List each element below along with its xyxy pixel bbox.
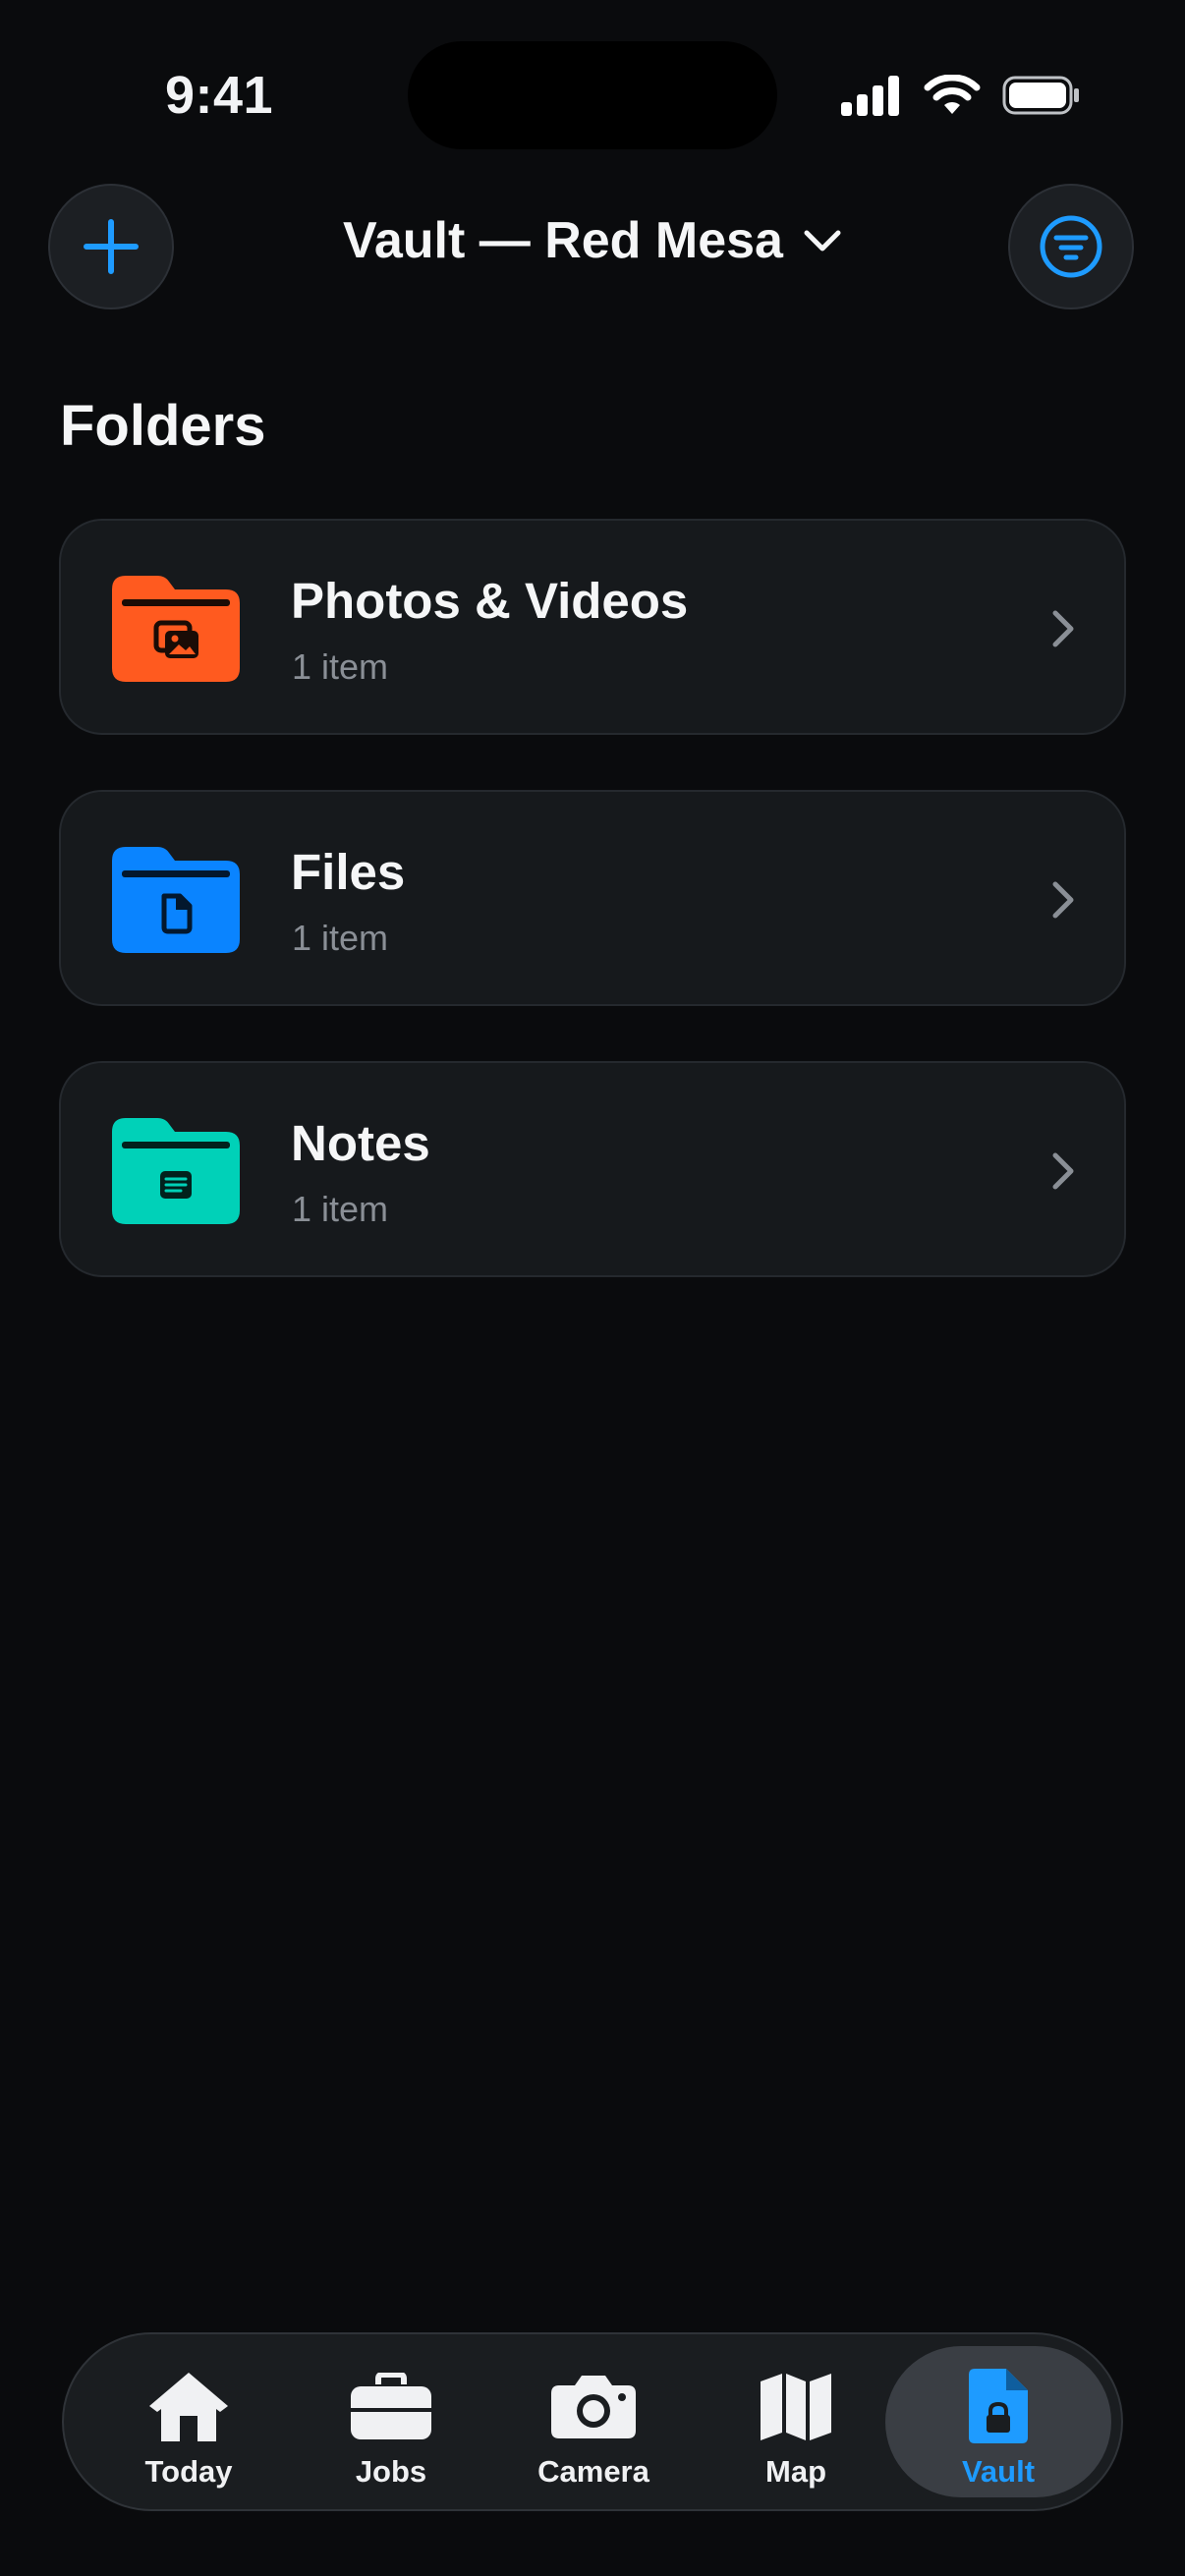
wifi-icon <box>924 75 981 114</box>
tab-label: Map <box>765 2454 826 2489</box>
folder-row-photos-videos[interactable]: Photos & Videos 1 item <box>59 519 1126 735</box>
folder-list: Photos & Videos 1 item Files 1 item Note… <box>59 519 1126 1332</box>
vault-title: Vault — Red Mesa <box>343 212 783 269</box>
tab-bar: Today Jobs Camera Map Vault <box>62 2332 1123 2511</box>
folder-item-count: 1 item <box>292 1189 389 1229</box>
folder-row-notes[interactable]: Notes 1 item <box>59 1061 1126 1277</box>
section-title: Folders <box>60 394 266 458</box>
tab-today[interactable]: Today <box>90 2334 287 2509</box>
house-icon <box>149 2373 228 2441</box>
tab-vault[interactable]: Vault <box>900 2334 1097 2509</box>
tab-label: Today <box>144 2454 233 2489</box>
status-icons <box>841 75 1081 116</box>
tab-label: Vault <box>961 2454 1036 2489</box>
locked-document-icon <box>969 2369 1028 2443</box>
files-folder-icon <box>112 847 240 953</box>
vault-selector[interactable]: Vault — Red Mesa <box>0 211 1185 270</box>
tab-camera[interactable]: Camera <box>495 2334 692 2509</box>
folder-name: Notes <box>291 1115 430 1171</box>
tab-jobs[interactable]: Jobs <box>293 2334 489 2509</box>
notes-folder-icon <box>112 1118 240 1224</box>
status-time: 9:41 <box>165 66 274 125</box>
folder-item-count: 1 item <box>292 646 389 687</box>
chevron-right-icon <box>1052 881 1074 919</box>
photos-folder-icon <box>112 576 240 682</box>
map-icon <box>761 2374 831 2440</box>
chevron-right-icon <box>1052 610 1074 647</box>
cellular-signal-icon <box>841 76 899 116</box>
camera-icon <box>551 2376 636 2438</box>
dynamic-island <box>408 41 777 149</box>
folder-name: Photos & Videos <box>291 573 689 629</box>
battery-icon <box>1002 76 1079 115</box>
filter-icon <box>1040 215 1102 278</box>
folder-row-files[interactable]: Files 1 item <box>59 790 1126 1006</box>
filter-button[interactable] <box>1008 184 1134 309</box>
tab-label: Camera <box>537 2454 649 2489</box>
tab-label: Jobs <box>355 2454 427 2489</box>
note-icon <box>160 1171 192 1199</box>
chevron-right-icon <box>1052 1152 1074 1190</box>
tab-map[interactable]: Map <box>698 2334 894 2509</box>
folder-item-count: 1 item <box>292 918 389 958</box>
folder-name: Files <box>291 844 406 900</box>
briefcase-icon <box>351 2373 431 2439</box>
chevron-down-icon <box>804 230 841 252</box>
